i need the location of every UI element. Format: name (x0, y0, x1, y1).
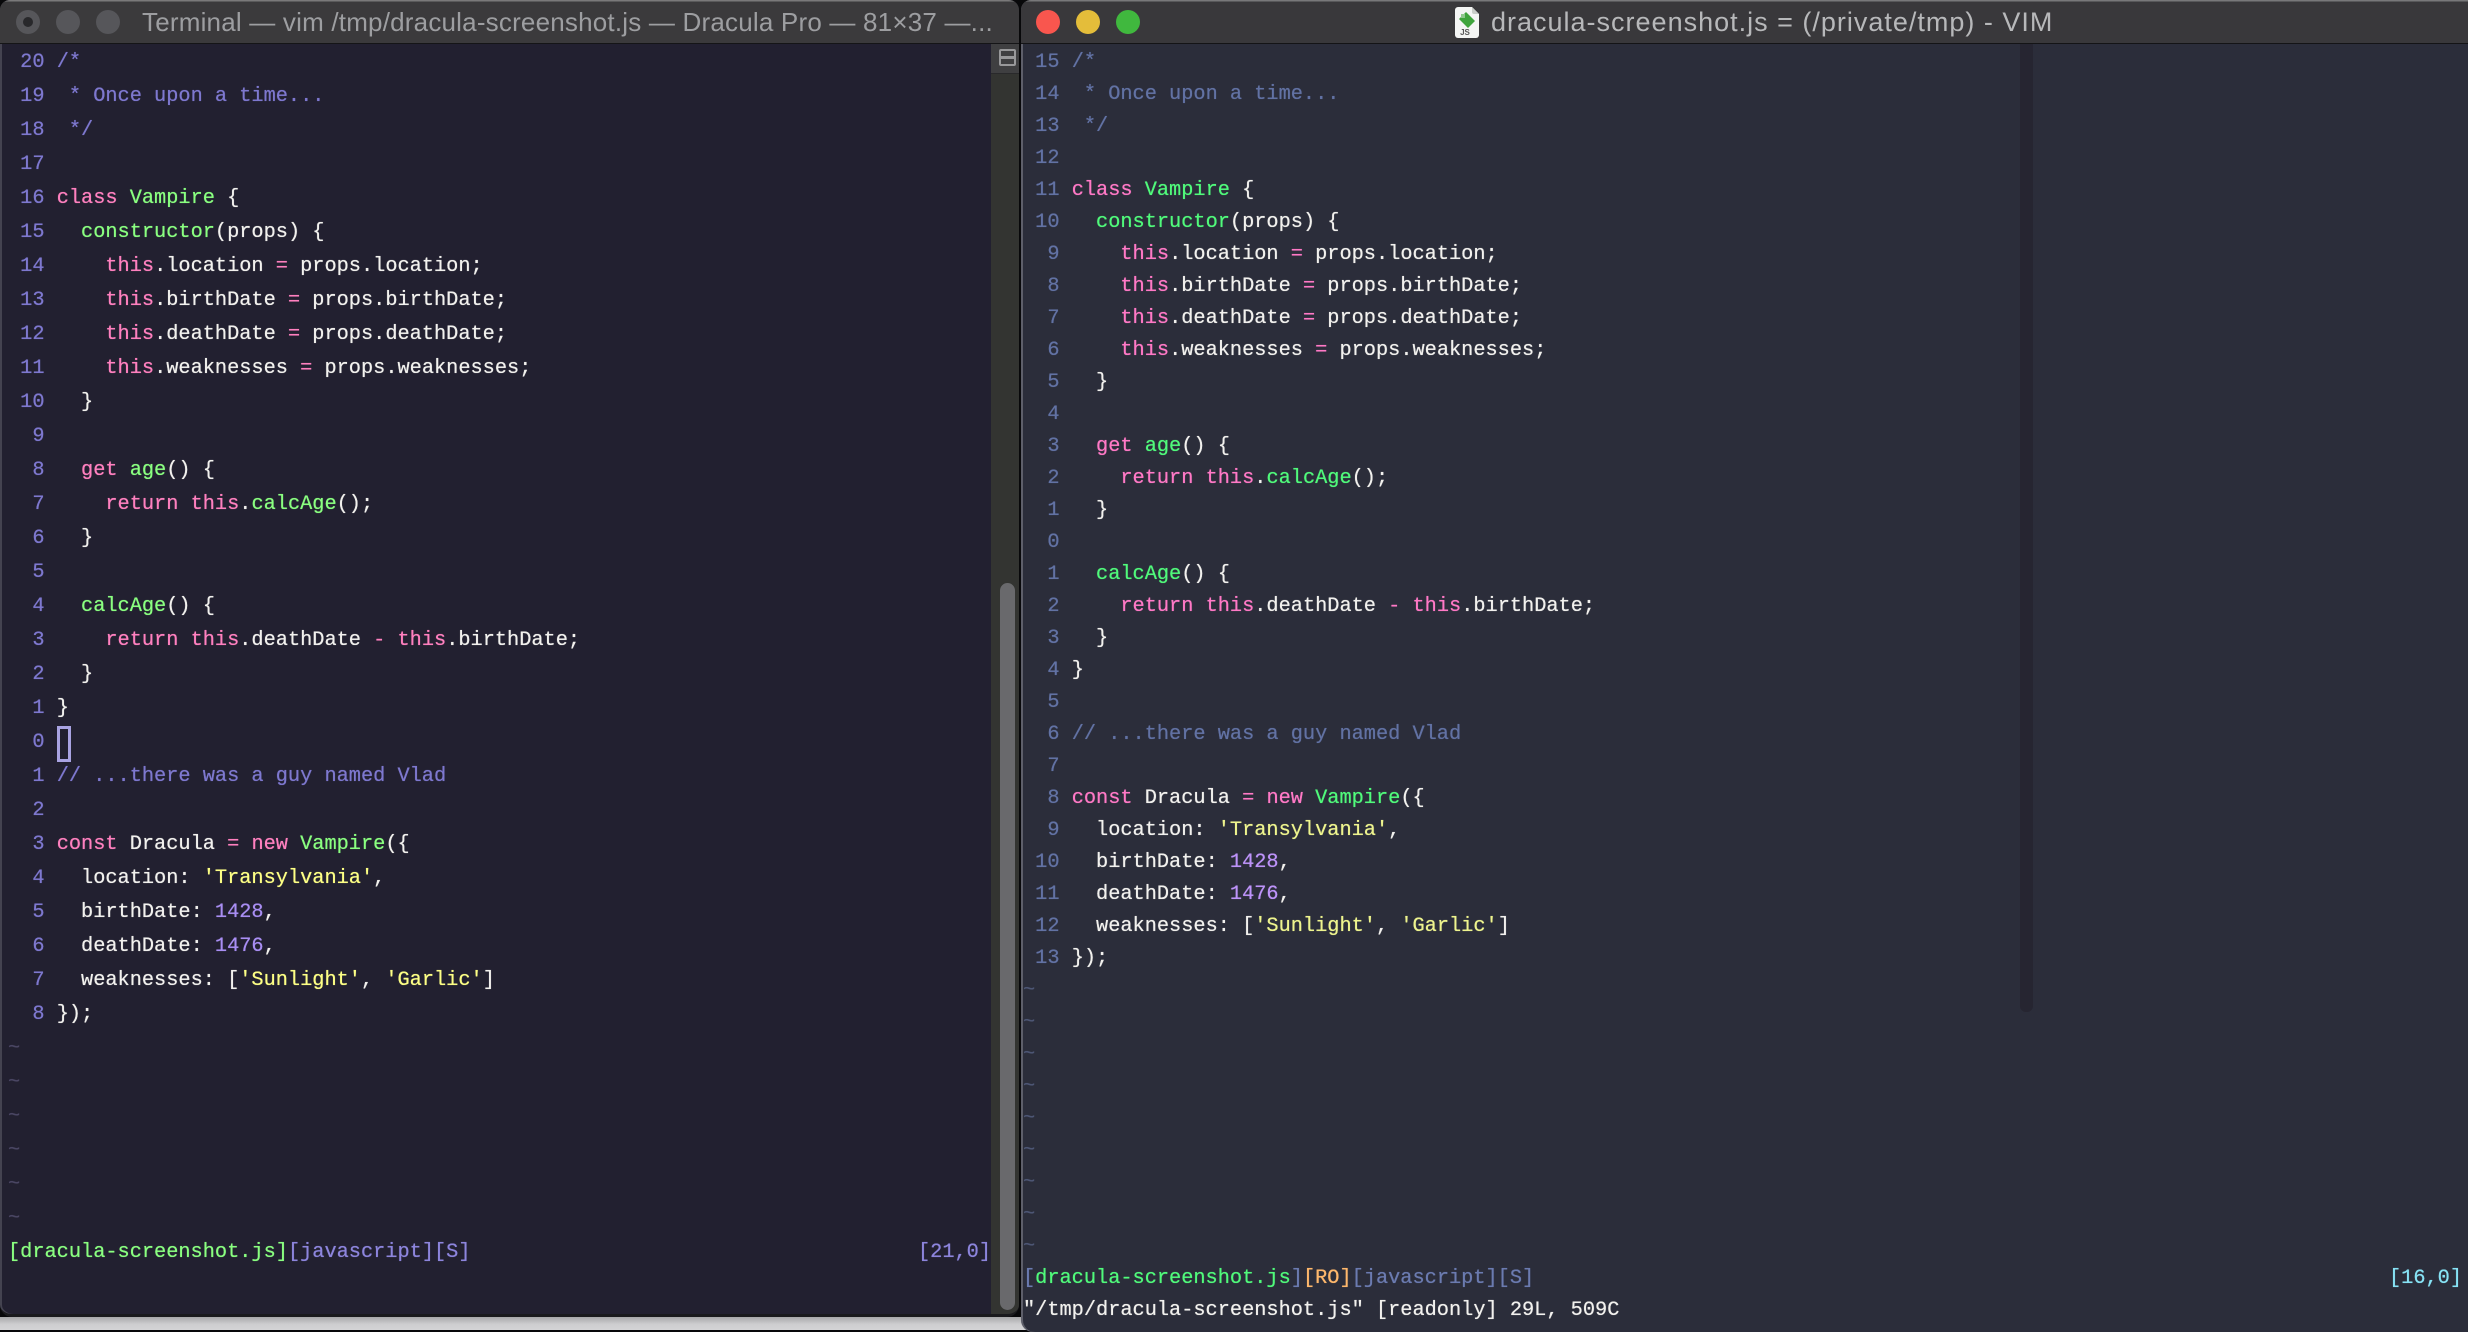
svg-text:JS: JS (1460, 28, 1470, 37)
